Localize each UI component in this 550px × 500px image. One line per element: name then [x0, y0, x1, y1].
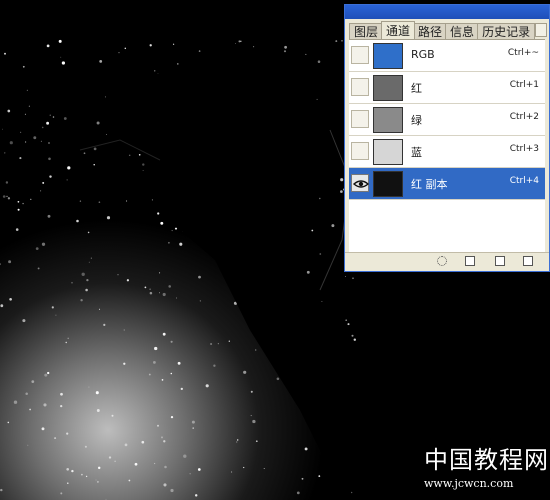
tab-paths[interactable]: 路径 [413, 23, 448, 39]
watermark-url: www.jcwcn.com [424, 477, 514, 490]
channel-thumbnail [373, 75, 403, 101]
tab-layers[interactable]: 图层 [349, 23, 384, 39]
tab-info[interactable]: 信息 [445, 23, 480, 39]
channel-shortcut: Ctrl+4 [509, 176, 539, 186]
channel-thumbnail [373, 43, 403, 69]
visibility-toggle[interactable] [351, 174, 370, 192]
channel-name: RGB [411, 48, 435, 61]
panel-title-bar[interactable] [345, 5, 549, 19]
visibility-toggle[interactable] [351, 110, 369, 128]
channel-row-rgb[interactable]: RGB Ctrl+~ [349, 40, 545, 72]
load-selection-icon[interactable] [437, 256, 447, 266]
channel-shortcut: Ctrl+2 [509, 112, 539, 122]
channel-row-green[interactable]: 绿 Ctrl+2 [349, 104, 545, 136]
channel-thumbnail [373, 139, 403, 165]
channels-panel: 图层 通道 路径 信息 历史记录 RGB Ctrl+~ 红 Ctrl+1 绿 C… [344, 4, 550, 272]
channel-row-blue[interactable]: 蓝 Ctrl+3 [349, 136, 545, 168]
channel-thumbnail [373, 107, 403, 133]
channel-row-red[interactable]: 红 Ctrl+1 [349, 72, 545, 104]
visibility-toggle[interactable] [351, 46, 369, 64]
channel-list: RGB Ctrl+~ 红 Ctrl+1 绿 Ctrl+2 蓝 Ctrl+3 红 … [349, 39, 545, 256]
visibility-toggle[interactable] [351, 78, 369, 96]
channel-shortcut: Ctrl+3 [509, 144, 539, 154]
new-channel-icon[interactable] [495, 256, 505, 266]
tab-channels[interactable]: 通道 [381, 21, 416, 39]
channel-shortcut: Ctrl+~ [507, 48, 539, 58]
channel-name: 红 [411, 82, 422, 95]
watermark: 中国教程网 www.jcwcn.com [424, 440, 549, 490]
watermark-title: 中国教程网 [424, 446, 549, 474]
channel-row-red-copy[interactable]: 红 副本 Ctrl+4 [349, 168, 545, 200]
visibility-toggle[interactable] [351, 142, 369, 160]
eye-icon [352, 180, 370, 188]
delete-channel-icon[interactable] [523, 256, 533, 266]
channel-name: 绿 [411, 114, 422, 127]
panel-menu-button[interactable] [535, 23, 547, 37]
channel-thumbnail [373, 171, 403, 197]
save-selection-icon[interactable] [465, 256, 475, 266]
panel-tabs: 图层 通道 路径 信息 历史记录 [349, 21, 547, 39]
channel-name: 蓝 [411, 146, 422, 159]
tab-history[interactable]: 历史记录 [477, 23, 536, 39]
channel-shortcut: Ctrl+1 [509, 80, 539, 90]
channel-name: 红 副本 [411, 178, 448, 191]
panel-bottom-toolbar [345, 252, 549, 271]
